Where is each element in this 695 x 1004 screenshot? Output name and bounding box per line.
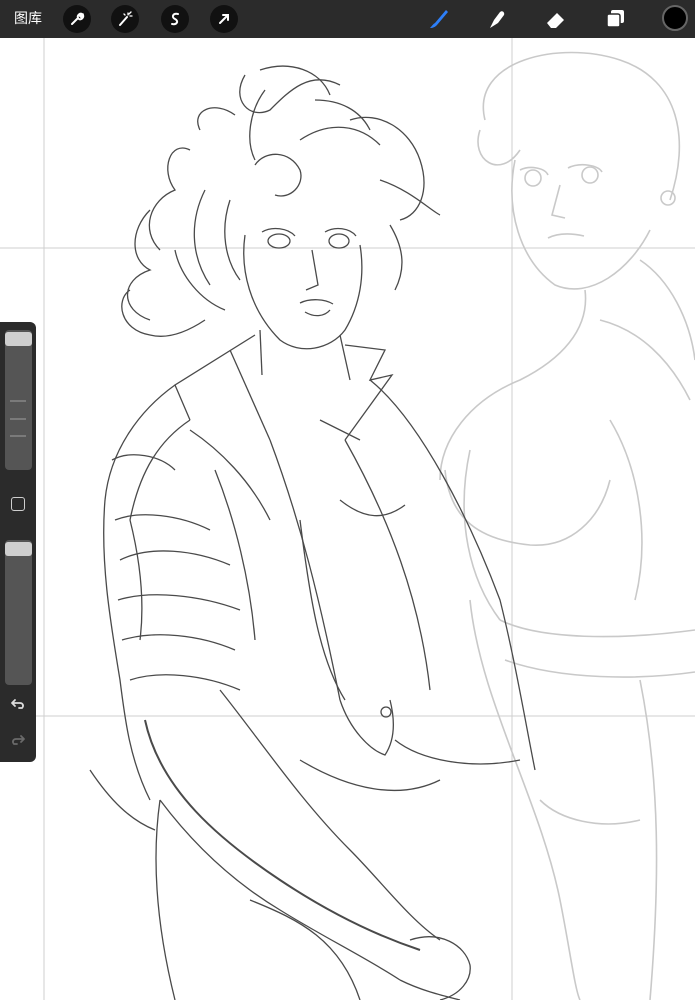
smudge-icon[interactable] [483, 5, 511, 33]
slider-tick [10, 400, 26, 402]
drawing-canvas[interactable] [0, 38, 695, 1001]
color-picker-button[interactable] [662, 5, 688, 31]
selection-icon[interactable] [161, 5, 189, 33]
wrench-icon[interactable] [63, 5, 91, 33]
eraser-icon[interactable] [542, 5, 570, 33]
left-sidebar [0, 322, 36, 762]
slider-tick [10, 435, 26, 437]
layers-icon[interactable] [601, 5, 629, 33]
brush-size-thumb[interactable] [5, 332, 32, 346]
sketch-artwork [0, 38, 695, 1001]
top-toolbar: 图库 [0, 0, 695, 38]
undo-icon[interactable] [8, 694, 28, 714]
opacity-thumb[interactable] [5, 542, 32, 556]
gallery-button[interactable]: 图库 [14, 10, 42, 28]
modify-square-icon[interactable] [11, 497, 25, 511]
slider-tick [10, 418, 26, 420]
redo-icon[interactable] [8, 730, 28, 750]
background-figure-sketch [439, 51, 695, 1001]
magic-wand-icon[interactable] [111, 5, 139, 33]
transform-arrow-icon[interactable] [210, 5, 238, 33]
opacity-slider[interactable] [5, 540, 32, 685]
main-figure-sketch [89, 65, 536, 1001]
brush-icon[interactable] [424, 5, 452, 33]
